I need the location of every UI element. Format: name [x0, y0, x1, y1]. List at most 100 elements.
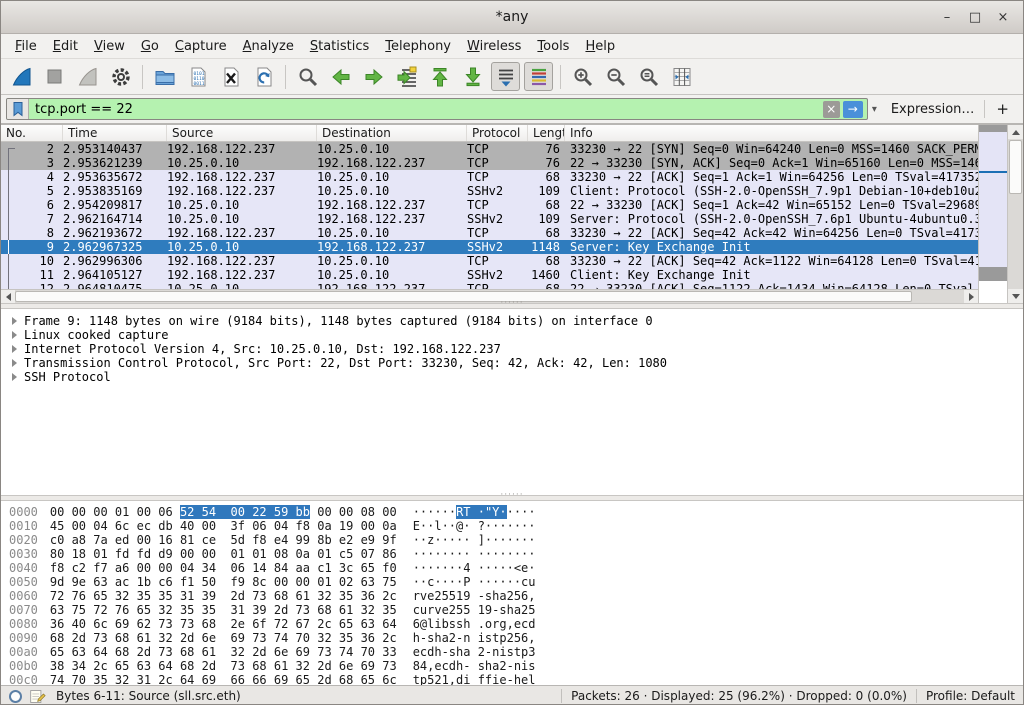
restart-capture-button[interactable]	[73, 62, 102, 91]
hex-ascii-column[interactable]: h-sha2-n istp256,	[413, 631, 536, 645]
hex-bytes-column[interactable]: 74 70 35 32 31 2c 64 69 66 66 69 65 2d 6…	[50, 673, 397, 685]
go-first-packet-button[interactable]	[425, 62, 454, 91]
find-packet-button[interactable]	[293, 62, 322, 91]
hex-bytes-column[interactable]: f8 c2 f7 a6 00 00 04 34 06 14 84 aa c1 3…	[50, 561, 397, 575]
packet-row-4[interactable]: 42.953635672192.168.122.23710.25.0.10TCP…	[1, 170, 978, 184]
hex-ascii-column[interactable]: curve255 19-sha25	[413, 603, 536, 617]
packet-row-10[interactable]: 102.962996306192.168.122.23710.25.0.10TC…	[1, 254, 978, 268]
pane-splitter-bottom[interactable]	[1, 495, 1023, 501]
packet-row-2[interactable]: 22.953140437192.168.122.23710.25.0.10TCP…	[1, 142, 978, 156]
menu-file[interactable]: File	[7, 36, 45, 57]
colorize-packets-button[interactable]	[524, 62, 553, 91]
hex-bytes-column[interactable]: 9d 9e 63 ac 1b c6 f1 50 f9 8c 00 00 01 0…	[50, 575, 397, 589]
hex-bytes-column[interactable]: 72 76 65 32 35 35 31 39 2d 73 68 61 32 3…	[50, 589, 397, 603]
hex-row-00b0[interactable]: 00b038 34 2c 65 63 64 68 2d 73 68 61 32 …	[1, 659, 1023, 673]
maximize-button[interactable]: □	[961, 5, 989, 29]
zoom-in-button[interactable]	[568, 62, 597, 91]
menu-statistics[interactable]: Statistics	[302, 36, 377, 57]
start-capture-button[interactable]	[7, 62, 36, 91]
auto-scroll-button[interactable]	[491, 62, 520, 91]
filter-bookmark-button[interactable]	[7, 99, 29, 119]
zoom-out-button[interactable]	[601, 62, 630, 91]
hex-bytes-column[interactable]: 45 00 04 6c ec db 40 00 3f 06 04 f8 0a 1…	[50, 519, 397, 533]
packet-list-vscrollbar[interactable]	[1007, 125, 1023, 303]
menu-telephony[interactable]: Telephony	[377, 36, 459, 57]
hex-ascii-column[interactable]: 6@libssh .org,ecd	[413, 617, 536, 631]
titlebar[interactable]: *any – □ ×	[1, 1, 1023, 34]
menu-view[interactable]: View	[86, 36, 133, 57]
hex-row-0060[interactable]: 006072 76 65 32 35 35 31 39 2d 73 68 61 …	[1, 589, 1023, 603]
detail-tree-item-1[interactable]: Linux cooked capture	[1, 328, 1023, 342]
resize-columns-button[interactable]	[667, 62, 696, 91]
hex-ascii-column[interactable]: ·······4 ·····<e·	[413, 561, 536, 575]
hscroll-thumb[interactable]	[15, 291, 912, 302]
hex-ascii-column[interactable]: ······RT ·"Y·····	[413, 505, 536, 519]
save-file-button[interactable]: 010101100011	[183, 62, 212, 91]
reload-file-button[interactable]	[249, 62, 278, 91]
detail-tree-item-4[interactable]: SSH Protocol	[1, 370, 1023, 384]
hex-row-0040[interactable]: 0040f8 c2 f7 a6 00 00 04 34 06 14 84 aa …	[1, 561, 1023, 575]
expand-arrow-icon[interactable]	[12, 359, 17, 367]
hex-row-0070[interactable]: 007063 75 72 76 65 32 35 35 31 39 2d 73 …	[1, 603, 1023, 617]
scroll-right-arrow[interactable]	[964, 290, 978, 303]
close-file-button[interactable]	[216, 62, 245, 91]
status-profile[interactable]: Profile: Default	[926, 689, 1015, 703]
menu-go[interactable]: Go	[133, 36, 167, 57]
expand-arrow-icon[interactable]	[12, 345, 17, 353]
capture-options-button[interactable]	[106, 62, 135, 91]
go-back-button[interactable]	[326, 62, 355, 91]
zoom-original-button[interactable]	[634, 62, 663, 91]
open-file-button[interactable]	[150, 62, 179, 91]
packet-row-8[interactable]: 82.962193672192.168.122.23710.25.0.10TCP…	[1, 226, 978, 240]
intelligent-scrollbar-minimap[interactable]	[978, 125, 1007, 303]
hex-bytes-column[interactable]: 00 00 00 01 00 06 52 54 00 22 59 bb 00 0…	[50, 505, 397, 519]
hex-bytes-column[interactable]: 65 63 64 68 2d 73 68 61 32 2d 6e 69 73 7…	[50, 645, 397, 659]
hex-row-0000[interactable]: 000000 00 00 01 00 06 52 54 00 22 59 bb …	[1, 505, 1023, 519]
pane-splitter-top[interactable]	[1, 303, 1023, 309]
packet-list-hscrollbar[interactable]	[1, 289, 978, 303]
hex-bytes-column[interactable]: 38 34 2c 65 63 64 68 2d 73 68 61 32 2d 6…	[50, 659, 397, 673]
filter-add-button[interactable]: +	[984, 100, 1018, 118]
hex-bytes-column[interactable]: 63 75 72 76 65 32 35 35 31 39 2d 73 68 6…	[50, 603, 397, 617]
menu-tools[interactable]: Tools	[529, 36, 577, 57]
filter-apply-button[interactable]: →	[843, 101, 863, 118]
hex-ascii-column[interactable]: ··c····P ······cu	[413, 575, 536, 589]
capture-comment-icon[interactable]	[29, 688, 46, 705]
stop-capture-button[interactable]	[40, 62, 69, 91]
hex-ascii-column[interactable]: rve25519 -sha256,	[413, 589, 536, 603]
column-header-length[interactable]: Length	[528, 125, 565, 141]
close-button[interactable]: ×	[989, 5, 1017, 29]
hex-row-0010[interactable]: 001045 00 04 6c ec db 40 00 3f 06 04 f8 …	[1, 519, 1023, 533]
packet-row-3[interactable]: 32.95362123910.25.0.10192.168.122.237TCP…	[1, 156, 978, 170]
menu-capture[interactable]: Capture	[167, 36, 235, 57]
packet-row-9[interactable]: 92.96296732510.25.0.10192.168.122.237SSH…	[1, 240, 978, 254]
hex-bytes-column[interactable]: 36 40 6c 69 62 73 73 68 2e 6f 72 67 2c 6…	[50, 617, 397, 631]
column-header-protocol[interactable]: Protocol	[467, 125, 528, 141]
go-forward-button[interactable]	[359, 62, 388, 91]
hex-row-0050[interactable]: 00509d 9e 63 ac 1b c6 f1 50 f9 8c 00 00 …	[1, 575, 1023, 589]
column-header-no[interactable]: No.	[1, 125, 63, 141]
column-header-time[interactable]: Time	[63, 125, 167, 141]
expression-button[interactable]: Expression…	[881, 102, 985, 117]
hex-row-0090[interactable]: 009068 2d 73 68 61 32 2d 6e 69 73 74 70 …	[1, 631, 1023, 645]
go-to-packet-button[interactable]	[392, 62, 421, 91]
packet-row-7[interactable]: 72.96216471410.25.0.10192.168.122.237SSH…	[1, 212, 978, 226]
filter-expression-text[interactable]: tcp.port == 22	[29, 102, 823, 117]
packet-row-11[interactable]: 112.964105127192.168.122.23710.25.0.10SS…	[1, 268, 978, 282]
filter-history-dropdown[interactable]: ▾	[868, 104, 881, 115]
hex-ascii-column[interactable]: ecdh-sha 2-nistp3	[413, 645, 536, 659]
hex-row-00a0[interactable]: 00a065 63 64 68 2d 73 68 61 32 2d 6e 69 …	[1, 645, 1023, 659]
vscroll-thumb[interactable]	[1009, 140, 1022, 194]
hex-ascii-column[interactable]: ··z····· ]·······	[413, 533, 536, 547]
expand-arrow-icon[interactable]	[12, 373, 17, 381]
minimize-button[interactable]: –	[933, 5, 961, 29]
expand-arrow-icon[interactable]	[12, 331, 17, 339]
scroll-down-arrow[interactable]	[1008, 289, 1023, 303]
expert-info-icon[interactable]	[9, 690, 22, 703]
go-last-packet-button[interactable]	[458, 62, 487, 91]
hex-row-0080[interactable]: 008036 40 6c 69 62 73 73 68 2e 6f 72 67 …	[1, 617, 1023, 631]
hex-ascii-column[interactable]: 84,ecdh- sha2-nis	[413, 659, 536, 673]
display-filter-input[interactable]: tcp.port == 22 × →	[6, 98, 868, 120]
detail-tree-item-2[interactable]: Internet Protocol Version 4, Src: 10.25.…	[1, 342, 1023, 356]
packet-row-12[interactable]: 122.96481047510.25.0.10192.168.122.237TC…	[1, 282, 978, 289]
